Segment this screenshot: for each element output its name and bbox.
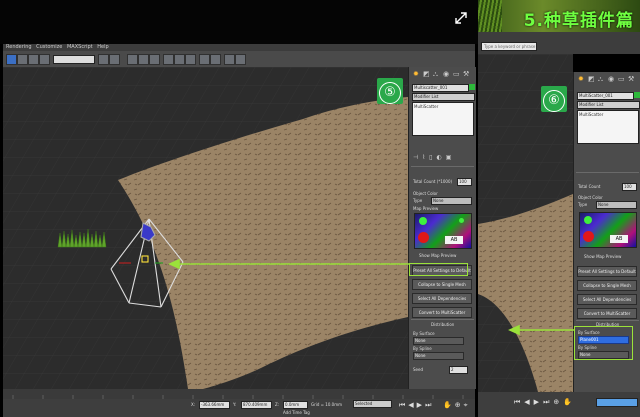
annotation-arrows (168, 258, 574, 336)
